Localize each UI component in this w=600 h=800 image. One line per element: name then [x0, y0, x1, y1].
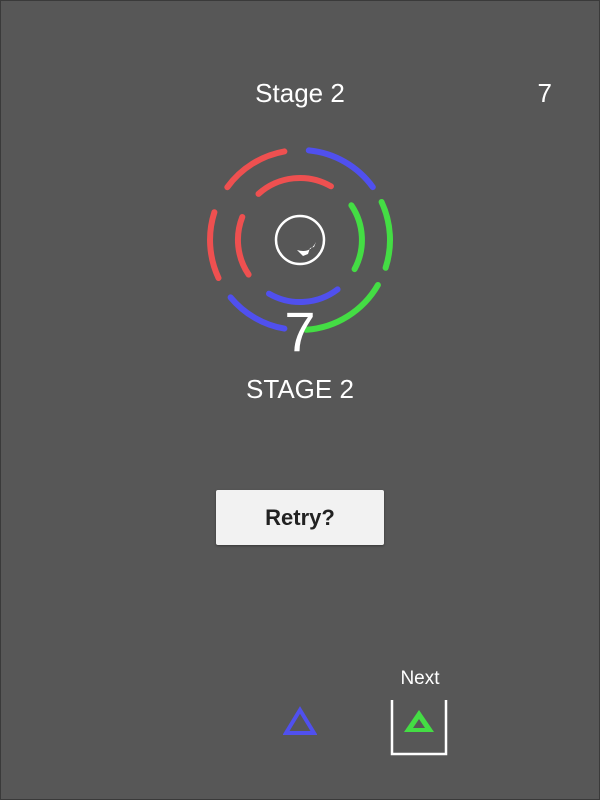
ball-face-icon [297, 242, 316, 256]
score-counter: 7 [537, 78, 552, 108]
next-label: Next [400, 668, 440, 689]
inner-ring-red-segment-left [234, 214, 252, 278]
final-score: 7 [284, 300, 316, 363]
next-piece-box [390, 700, 448, 756]
outer-ring-red-segment-left [207, 209, 222, 281]
stage-title: Stage 2 [255, 78, 345, 108]
retry-button[interactable]: Retry? [216, 490, 384, 545]
stage-label: STAGE 2 [246, 374, 354, 404]
current-piece-triangle-icon [283, 706, 317, 735]
center-ball [274, 214, 326, 266]
inner-ring-red-segment [255, 174, 334, 197]
outer-ring-green-segment [378, 199, 393, 271]
inner-ring-green-segment [348, 202, 365, 273]
